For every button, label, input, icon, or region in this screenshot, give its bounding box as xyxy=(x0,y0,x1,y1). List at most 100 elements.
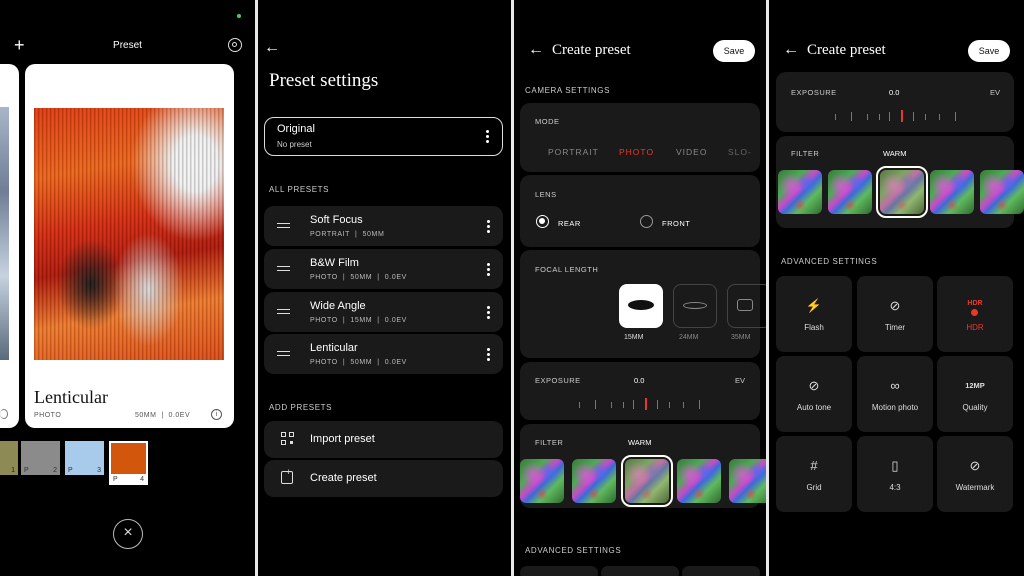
more-options-icon[interactable] xyxy=(481,305,495,319)
advanced-tile-peek[interactable] xyxy=(682,566,760,576)
lens-card: LENS REAR FRONT xyxy=(520,175,760,247)
save-button[interactable]: Save xyxy=(968,40,1010,62)
preset-row-bw-film[interactable]: B&W Film PHOTO | 50MM | 0.0EV xyxy=(264,249,503,289)
exposure-label: EXPOSURE xyxy=(791,88,837,97)
back-arrow-icon[interactable]: ← xyxy=(528,42,544,58)
save-button[interactable]: Save xyxy=(713,40,755,62)
exposure-card: EXPOSURE 0.0 EV xyxy=(776,72,1014,132)
card-preset-name: Lenticular xyxy=(34,387,108,407)
tile-label: Quality xyxy=(962,403,988,412)
info-icon-peek xyxy=(0,409,8,419)
preset-screen: + Preset Lenticular PHOTO 50MM | 0.0EV i… xyxy=(0,0,255,576)
original-name: Original xyxy=(277,123,315,135)
focal-label: FOCAL LENGTH xyxy=(535,265,599,274)
advanced-tile-hdr[interactable]: HDR HDR xyxy=(937,276,1013,352)
filter-thumb[interactable] xyxy=(677,459,721,503)
advanced-tile-aspect-ratio[interactable]: ▯ 4:3 xyxy=(857,436,933,512)
drag-handle-icon[interactable] xyxy=(277,309,290,314)
create-preset-icon: + xyxy=(281,467,293,484)
advanced-tile-motion-photo[interactable]: ∞ Motion photo xyxy=(857,356,933,432)
preset-swatch-2[interactable]: P2 xyxy=(21,441,60,475)
tile-label: Auto tone xyxy=(796,403,832,412)
advanced-tile-quality[interactable]: 12MP Quality xyxy=(937,356,1013,432)
advanced-tile-auto-tone[interactable]: ⊘ Auto tone xyxy=(776,356,852,432)
status-dot xyxy=(237,14,241,18)
preset-swatch-3[interactable]: P3 xyxy=(65,441,104,475)
filter-card: FILTER WARM xyxy=(520,424,766,508)
quality-icon: 12MP xyxy=(965,381,985,390)
hdr-indicator xyxy=(971,309,978,316)
filter-thumb[interactable] xyxy=(572,459,616,503)
advanced-tile-grid[interactable]: # Grid xyxy=(776,436,852,512)
filter-thumb-warm-selected[interactable] xyxy=(621,455,673,507)
page-title: Preset xyxy=(113,40,142,51)
preset-swatch-4-selected[interactable]: P4 xyxy=(109,441,148,485)
preset-row-wide-angle[interactable]: Wide Angle PHOTO | 15MM | 0.0EV xyxy=(264,292,503,332)
grid-off-icon: # xyxy=(810,458,818,473)
focal-option-35mm[interactable] xyxy=(727,284,766,328)
advanced-tile-timer[interactable]: ⊘ Timer xyxy=(857,276,933,352)
flash-off-icon: ⚡ xyxy=(805,298,823,313)
preset-row-soft-focus[interactable]: Soft Focus PORTRAIT | 50MM xyxy=(264,206,503,246)
lens-rear-radio[interactable] xyxy=(536,215,549,228)
exposure-slider[interactable] xyxy=(831,110,961,124)
mode-option-slo[interactable]: SLO- xyxy=(728,147,752,157)
prev-preset-card[interactable] xyxy=(0,64,19,428)
auto-tone-icon: ⊘ xyxy=(808,378,820,393)
filter-thumb-warm-selected[interactable] xyxy=(876,166,928,218)
advanced-tile-peek[interactable] xyxy=(601,566,679,576)
drag-handle-icon[interactable] xyxy=(277,351,290,356)
back-arrow-icon[interactable]: ← xyxy=(783,42,799,58)
create-preset-scrolled-screen: ← Create preset Save EXPOSURE 0.0 EV FIL… xyxy=(769,0,1024,576)
filter-thumb[interactable] xyxy=(828,170,872,214)
tile-label: Watermark xyxy=(955,483,995,492)
preset-preview-image xyxy=(34,108,224,360)
focal-option-24mm[interactable] xyxy=(673,284,717,328)
advanced-tile-watermark[interactable]: ⊘ Watermark xyxy=(937,436,1013,512)
original-preset-row[interactable]: Original No preset xyxy=(264,117,503,156)
preset-row-lenticular[interactable]: Lenticular PHOTO | 50MM | 0.0EV xyxy=(264,334,503,374)
preset-name: Lenticular xyxy=(310,342,358,354)
preset-card[interactable]: Lenticular PHOTO 50MM | 0.0EV i xyxy=(25,64,234,428)
more-options-icon[interactable] xyxy=(481,219,495,233)
qr-import-icon xyxy=(281,432,294,445)
drag-handle-icon[interactable] xyxy=(277,266,290,271)
advanced-tile-peek[interactable] xyxy=(520,566,598,576)
focal-option-15mm[interactable] xyxy=(619,284,663,328)
preset-meta: PORTRAIT | 50MM xyxy=(310,231,385,238)
tile-label: HDR xyxy=(966,323,984,332)
close-icon[interactable]: × xyxy=(113,519,143,549)
info-icon[interactable]: i xyxy=(211,409,222,420)
advanced-tile-flash[interactable]: ⚡ Flash xyxy=(776,276,852,352)
preset-settings-screen: ← Preset settings Original No preset ALL… xyxy=(258,0,511,576)
lens-rear-label: REAR xyxy=(558,219,581,228)
advanced-settings-header: ADVANCED SETTINGS xyxy=(781,257,878,266)
filter-thumb[interactable] xyxy=(980,170,1024,214)
back-arrow-icon[interactable]: ← xyxy=(264,40,280,56)
import-preset-button[interactable]: Import preset xyxy=(264,421,503,458)
mode-option-video[interactable]: VIDEO xyxy=(676,147,707,157)
filter-thumb[interactable] xyxy=(729,459,766,503)
more-options-icon[interactable] xyxy=(480,129,494,143)
page-title: Create preset xyxy=(807,42,886,58)
more-options-icon[interactable] xyxy=(481,347,495,361)
more-options-icon[interactable] xyxy=(481,262,495,276)
mode-option-portrait[interactable]: PORTRAIT xyxy=(548,147,599,157)
mode-card: MODE PORTRAIT PHOTO VIDEO SLO- xyxy=(520,103,760,172)
exposure-value: 0.0 xyxy=(634,376,645,385)
mode-option-photo[interactable]: PHOTO xyxy=(619,147,654,157)
filter-thumb[interactable] xyxy=(930,170,974,214)
drag-handle-icon[interactable] xyxy=(277,223,290,228)
create-preset-button[interactable]: + Create preset xyxy=(264,460,503,497)
lens-label: LENS xyxy=(535,190,557,199)
preset-swatch-1[interactable]: 1 xyxy=(0,441,18,475)
lens-front-radio[interactable] xyxy=(640,215,653,228)
exposure-slider[interactable] xyxy=(575,398,705,412)
exposure-label: EXPOSURE xyxy=(535,376,581,385)
original-sub: No preset xyxy=(277,140,312,149)
filter-thumb[interactable] xyxy=(778,170,822,214)
settings-gear-icon[interactable] xyxy=(228,38,242,52)
filter-thumb[interactable] xyxy=(520,459,564,503)
all-presets-header: ALL PRESETS xyxy=(269,185,330,194)
tile-label: Motion photo xyxy=(871,403,919,412)
